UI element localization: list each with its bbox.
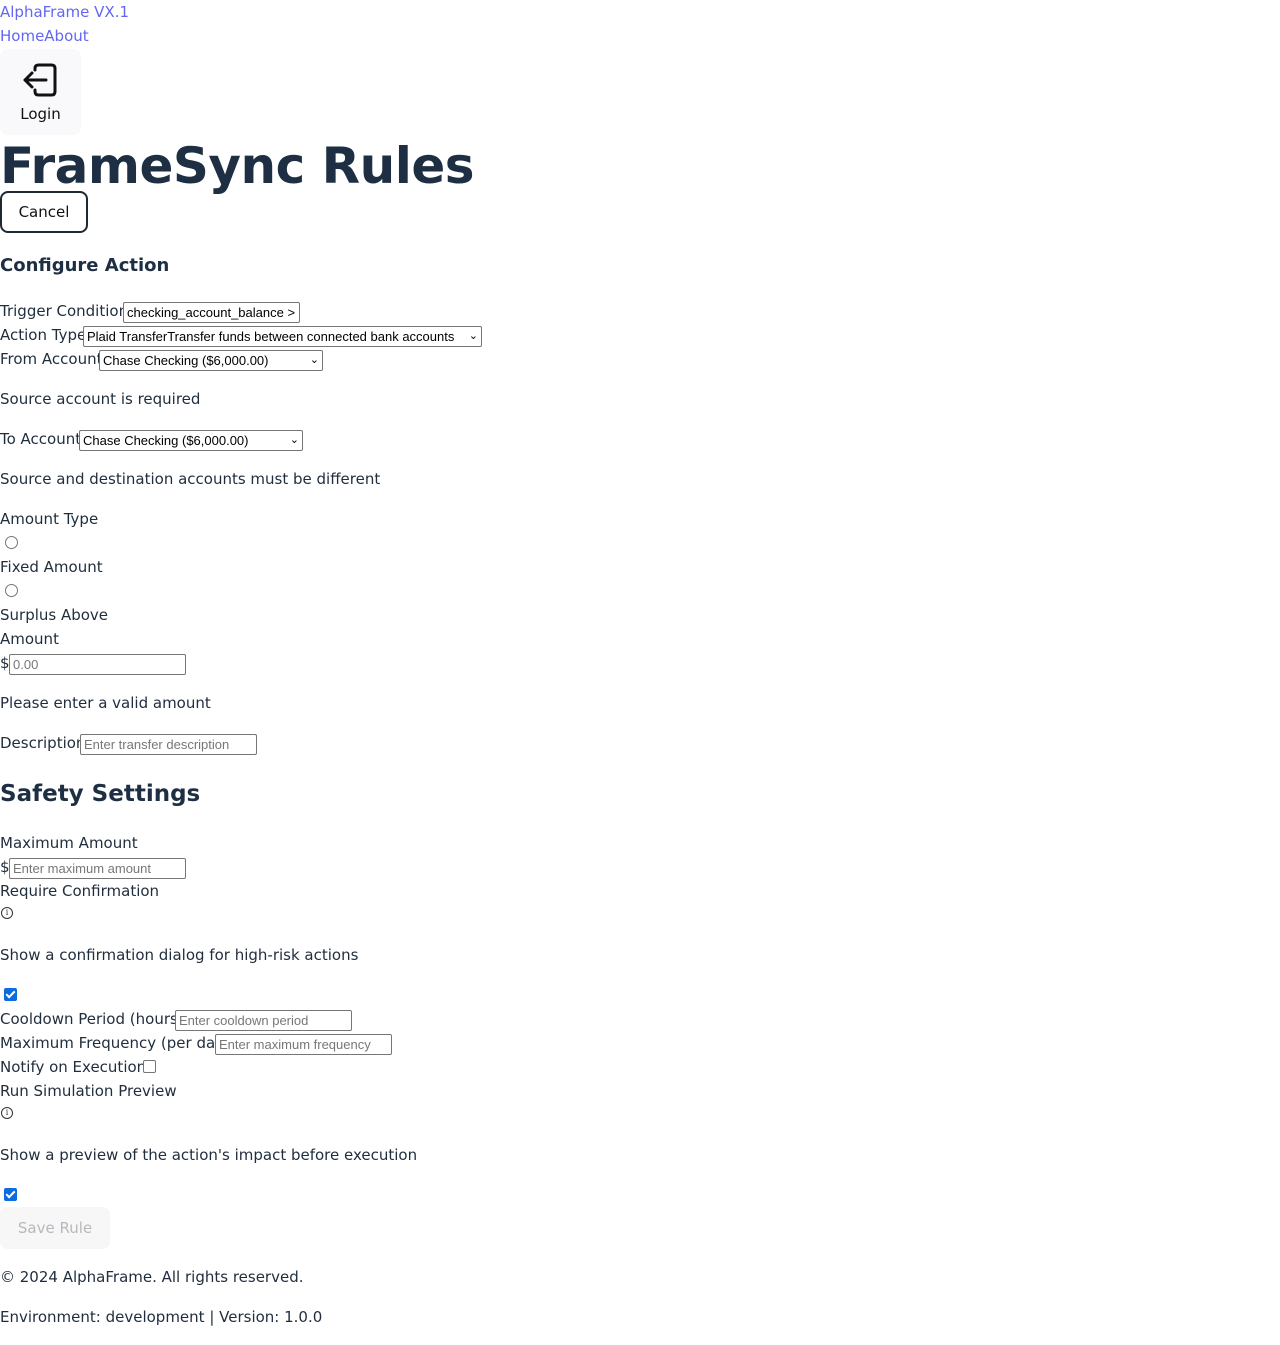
- chevron-down-icon: ⌄: [468, 330, 478, 342]
- cooldown-input[interactable]: [175, 1010, 352, 1031]
- main-nav: HomeAbout: [0, 27, 89, 45]
- page-title: FrameSync Rules: [0, 137, 475, 195]
- from-account-error: Source account is required: [0, 390, 201, 408]
- require-confirmation-help: Show a confirmation dialog for high-risk…: [0, 946, 359, 964]
- nav-home-link[interactable]: Home: [0, 27, 44, 45]
- safety-settings-heading: Safety Settings: [0, 781, 201, 807]
- chevron-down-icon: ⌄: [289, 434, 299, 446]
- surplus-above-label: Surplus Above: [0, 606, 109, 624]
- configure-action-heading: Configure Action: [0, 255, 170, 276]
- from-account-label: From Account: [0, 350, 103, 368]
- nav-about-link[interactable]: About: [44, 27, 88, 45]
- info-icon[interactable]: i: [1, 1107, 13, 1119]
- simulation-checkbox[interactable]: [4, 1188, 17, 1201]
- from-account-select[interactable]: Chase Checking ($6,000.00) ⌄: [99, 350, 323, 371]
- info-icon[interactable]: i: [1, 907, 13, 919]
- description-input[interactable]: [80, 734, 257, 755]
- brand-link[interactable]: AlphaFrame VX.1: [0, 3, 129, 21]
- cooldown-label: Cooldown Period (hours): [0, 1010, 184, 1028]
- require-confirmation-label: Require Confirmation: [0, 882, 160, 900]
- login-button[interactable]: Login: [0, 49, 81, 135]
- to-account-label: To Account: [0, 430, 82, 448]
- fixed-amount-radio[interactable]: [5, 536, 18, 549]
- footer-copyright: © 2024 AlphaFrame. All rights reserved.: [0, 1268, 304, 1286]
- trigger-condition-label: Trigger Condition: [0, 302, 129, 320]
- trigger-condition-input[interactable]: [123, 302, 300, 323]
- action-type-label: Action Type: [0, 326, 87, 344]
- save-rule-button[interactable]: Save Rule: [0, 1207, 110, 1249]
- require-confirmation-checkbox[interactable]: [4, 988, 17, 1001]
- amount-input[interactable]: [9, 654, 186, 675]
- amount-label: Amount: [0, 630, 59, 648]
- amount-error: Please enter a valid amount: [0, 694, 211, 712]
- to-account-error: Source and destination accounts must be …: [0, 470, 381, 488]
- footer-environment: Environment: development | Version: 1.0.…: [0, 1308, 323, 1326]
- notify-checkbox[interactable]: [143, 1060, 156, 1073]
- description-label: Description: [0, 734, 86, 752]
- max-frequency-label: Maximum Frequency (per day): [0, 1034, 230, 1052]
- max-amount-label: Maximum Amount: [0, 834, 138, 852]
- login-label: Login: [20, 105, 61, 123]
- fixed-amount-label: Fixed Amount: [0, 558, 103, 576]
- max-amount-input[interactable]: [9, 858, 186, 879]
- notify-label: Notify on Execution: [0, 1058, 147, 1076]
- login-icon: [23, 63, 57, 97]
- from-account-value: Chase Checking ($6,000.00): [103, 353, 269, 368]
- amount-type-label: Amount Type: [0, 510, 99, 528]
- max-frequency-input[interactable]: [215, 1034, 392, 1055]
- action-type-select[interactable]: Plaid TransferTransfer funds between con…: [83, 326, 482, 347]
- simulation-label: Run Simulation Preview: [0, 1082, 177, 1100]
- to-account-value: Chase Checking ($6,000.00): [83, 433, 249, 448]
- action-type-value: Plaid TransferTransfer funds between con…: [87, 329, 455, 344]
- cancel-button[interactable]: Cancel: [0, 191, 88, 233]
- to-account-select[interactable]: Chase Checking ($6,000.00) ⌄: [79, 430, 303, 451]
- simulation-help: Show a preview of the action's impact be…: [0, 1146, 418, 1164]
- chevron-down-icon: ⌄: [309, 354, 319, 366]
- surplus-above-radio[interactable]: [5, 584, 18, 597]
